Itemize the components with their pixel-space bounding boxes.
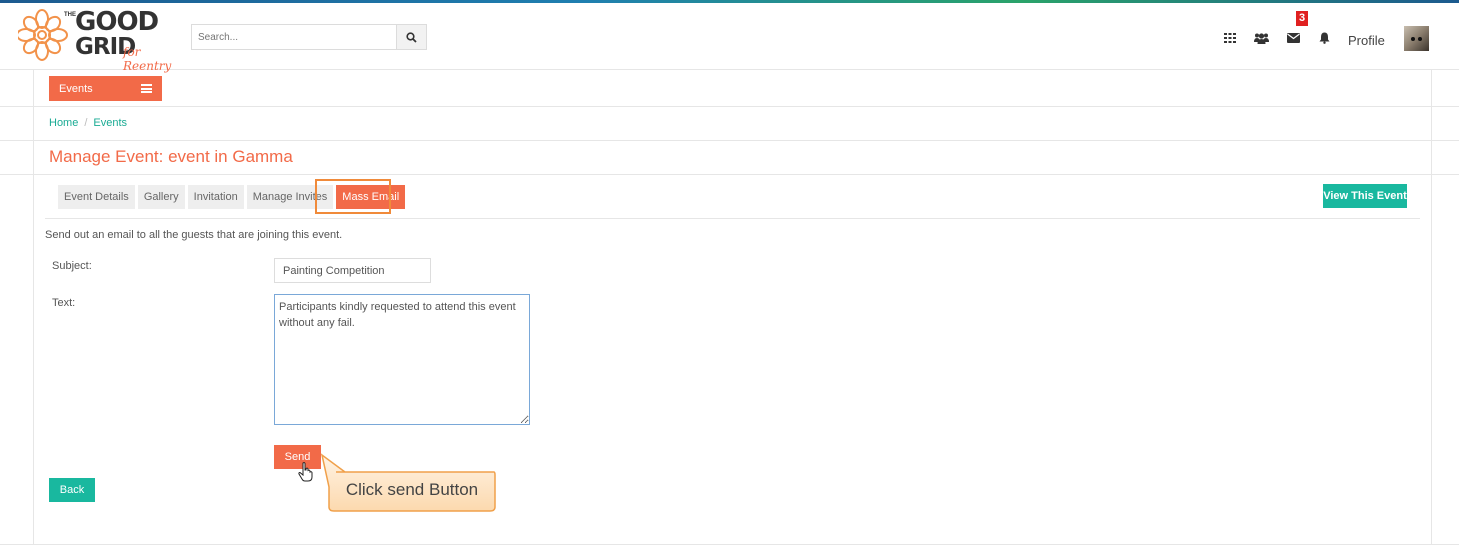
search-input[interactable] — [192, 25, 397, 49]
page-title: Manage Event: event in Gamma — [49, 147, 293, 166]
logo-good: GOOD — [75, 7, 159, 37]
mail-count-badge: 3 — [1296, 11, 1308, 26]
logo-the: THE — [64, 12, 76, 18]
text-label: Text: — [52, 297, 76, 309]
breadcrumb: Home / Events — [49, 117, 127, 129]
flower-logo-icon — [16, 9, 68, 61]
content-left-border — [33, 70, 34, 545]
tab-gallery[interactable]: Gallery — [137, 185, 185, 209]
hamburger-icon — [141, 84, 152, 93]
tab-event-details[interactable]: Event Details — [58, 185, 135, 209]
hand-cursor-icon — [298, 462, 313, 482]
search-icon — [406, 31, 417, 43]
divider — [0, 106, 1459, 107]
subject-field[interactable] — [274, 258, 431, 283]
search-box — [191, 24, 427, 50]
users-icon[interactable] — [1253, 31, 1269, 45]
bell-icon[interactable] — [1316, 31, 1332, 45]
breadcrumb-home-link[interactable]: Home — [49, 117, 78, 129]
subject-label: Subject: — [52, 260, 92, 272]
divider — [0, 140, 1459, 141]
events-menu-label: Events — [59, 82, 93, 95]
email-text-field[interactable]: Participants kindly requested to attend … — [274, 294, 530, 425]
logo-subtitle: for Reentry — [123, 45, 172, 73]
logo[interactable]: THE GOOD GRID for Reentry — [16, 6, 188, 73]
tab-highlight-box — [315, 179, 391, 214]
content-right-border — [1431, 70, 1432, 545]
top-header: THE GOOD GRID for Reentry Search... 3 Pr… — [0, 3, 1459, 73]
form-description: Send out an email to all the guests that… — [45, 229, 343, 241]
back-button[interactable]: Back — [49, 478, 95, 502]
divider — [0, 544, 1459, 545]
profile-link[interactable]: Profile — [1348, 33, 1385, 48]
callout-text: Click send Button — [345, 480, 479, 499]
apps-grid-icon[interactable] — [1222, 31, 1238, 45]
avatar[interactable] — [1404, 26, 1429, 51]
view-this-event-button[interactable]: View This Event — [1323, 184, 1407, 208]
search-button[interactable] — [396, 25, 426, 49]
breadcrumb-separator: / — [84, 117, 88, 129]
events-menu-button[interactable]: Events — [49, 76, 162, 101]
tabs-underline — [45, 218, 1420, 219]
breadcrumb-events-link[interactable]: Events — [93, 117, 127, 129]
mail-icon[interactable] — [1285, 31, 1301, 45]
tab-invitation[interactable]: Invitation — [187, 185, 244, 209]
divider — [0, 174, 1459, 175]
